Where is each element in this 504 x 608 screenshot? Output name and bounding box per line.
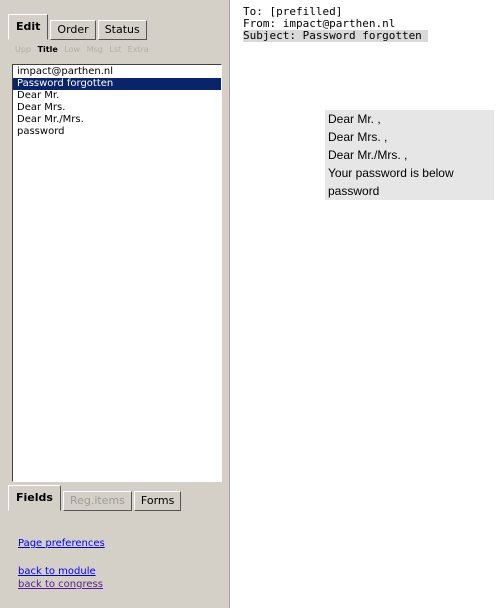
subtab-upp[interactable]: Upp [15, 45, 31, 54]
bottom-tab-bar: Fields Reg.items Forms [8, 485, 183, 511]
navigation-links: back to module back to congress [18, 565, 103, 591]
list-item[interactable]: Dear Mrs. [13, 102, 221, 114]
tab-status[interactable]: Status [97, 20, 147, 40]
subtab-msg[interactable]: Msg [87, 45, 103, 54]
list-item[interactable]: Dear Mr. [13, 90, 221, 102]
subtab-bar: Upp Title Low Msg Lst Extra [15, 45, 153, 54]
top-tab-bar: Edit Order Status [8, 14, 149, 40]
body-line: Dear Mrs. , [328, 130, 388, 144]
tab-forms[interactable]: Forms [133, 491, 182, 511]
tab-order[interactable]: Order [50, 20, 96, 40]
list-item[interactable]: Dear Mr./Mrs. [13, 114, 221, 126]
tab-reg-items: Reg.items [62, 491, 132, 511]
item-listbox[interactable]: impact@parthen.nl Password forgotten Dea… [12, 64, 222, 482]
back-to-module-link[interactable]: back to module [18, 565, 103, 578]
list-item[interactable]: password [13, 126, 221, 138]
body-line: Dear Mr./Mrs. , [328, 148, 408, 162]
email-header: To: [prefilled] From: impact@parthen.nl Su… [243, 6, 428, 42]
subtab-lst[interactable]: Lst [109, 45, 121, 54]
body-line: password [328, 184, 380, 198]
list-item-selected[interactable]: Password forgotten [13, 78, 221, 90]
subtab-title[interactable]: Title [38, 45, 58, 54]
subtab-extra[interactable]: Extra [128, 45, 149, 54]
email-body-preview: Dear Mr. , Dear Mrs. , Dear Mr./Mrs. , Y… [325, 110, 494, 200]
tab-edit[interactable]: Edit [8, 14, 49, 40]
email-subject: Subject: Password forgotten [243, 30, 428, 42]
tab-fields[interactable]: Fields [8, 485, 61, 511]
back-to-congress-link[interactable]: back to congress [18, 578, 103, 591]
subtab-low[interactable]: Low [64, 45, 80, 54]
body-line: Your password is below [328, 166, 454, 180]
list-item[interactable]: impact@parthen.nl [13, 66, 221, 78]
body-line: Dear Mr. , [328, 112, 381, 126]
sidebar: Edit Order Status Upp Title Low Msg Lst … [0, 0, 230, 608]
preferences-links: Page preferences [18, 537, 105, 550]
page-preferences-link[interactable]: Page preferences [18, 537, 105, 550]
